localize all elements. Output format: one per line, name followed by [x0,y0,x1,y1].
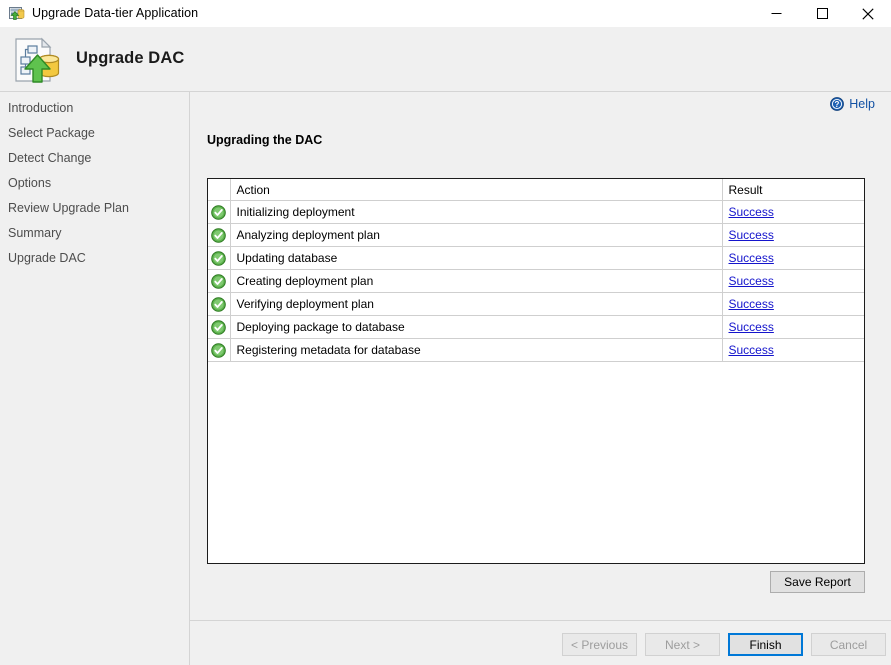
close-icon[interactable] [845,0,891,27]
result-link[interactable]: Success [729,297,774,311]
action-cell: Registering metadata for database [230,338,723,362]
wizard-sidebar: Introduction Select Package Detect Chang… [0,92,190,665]
footer-divider [190,620,891,621]
result-cell[interactable]: Success [722,338,864,362]
progress-grid: Action Result Initializing deployment Su… [207,178,865,564]
title-bar: Upgrade Data-tier Application [0,0,891,28]
sidebar-item-options[interactable]: Options [8,176,51,190]
next-button[interactable]: Next > [645,633,720,656]
maximize-icon[interactable] [799,0,845,27]
save-report-button[interactable]: Save Report [770,571,865,593]
wizard-banner: Upgrade DAC [0,27,891,92]
table-row[interactable]: Analyzing deployment plan Success [208,223,864,247]
column-header-status[interactable] [208,179,231,201]
success-icon [211,342,227,358]
sidebar-item-introduction[interactable]: Introduction [8,101,73,115]
status-cell [208,315,231,339]
success-icon [211,273,227,289]
result-link[interactable]: Success [729,274,774,288]
window-title: Upgrade Data-tier Application [32,6,199,20]
result-cell[interactable]: Success [722,292,864,316]
result-link[interactable]: Success [729,343,774,357]
status-cell [208,246,231,270]
sidebar-item-upgrade-dac[interactable]: Upgrade DAC [8,251,86,265]
help-question-icon: ? [830,97,845,111]
column-header-action[interactable]: Action [230,179,723,201]
sidebar-item-select-package[interactable]: Select Package [8,126,95,140]
action-cell: Updating database [230,246,723,270]
table-row[interactable]: Verifying deployment plan Success [208,292,864,316]
status-cell [208,292,231,316]
action-cell: Deploying package to database [230,315,723,339]
table-row[interactable]: Initializing deployment Success [208,200,864,224]
success-icon [211,204,227,220]
cancel-button[interactable]: Cancel [811,633,886,656]
sidebar-item-summary[interactable]: Summary [8,226,61,240]
table-row[interactable]: Deploying package to database Success [208,315,864,339]
action-cell: Verifying deployment plan [230,292,723,316]
result-link[interactable]: Success [729,205,774,219]
status-cell [208,200,231,224]
progress-table: Action Result Initializing deployment Su… [208,179,864,362]
table-row[interactable]: Updating database Success [208,246,864,270]
upgrade-dac-wizard-window: Upgrade Data-tier Application Upgrade DA… [0,0,891,665]
table-row[interactable]: Creating deployment plan Success [208,269,864,293]
minimize-icon[interactable] [753,0,799,27]
previous-button[interactable]: < Previous [562,633,637,656]
help-link[interactable]: ? Help [830,97,875,111]
status-cell [208,269,231,293]
column-header-result[interactable]: Result [722,179,864,201]
status-cell [208,338,231,362]
success-icon [211,227,227,243]
result-cell[interactable]: Success [722,269,864,293]
result-cell[interactable]: Success [722,315,864,339]
result-link[interactable]: Success [729,251,774,265]
result-link[interactable]: Success [729,320,774,334]
finish-button[interactable]: Finish [728,633,803,656]
page-title: Upgrade DAC [76,49,185,67]
result-cell[interactable]: Success [722,246,864,270]
result-cell[interactable]: Success [722,200,864,224]
step-title: Upgrading the DAC [207,133,323,147]
success-icon [211,319,227,335]
status-cell [208,223,231,247]
help-label: Help [849,97,875,111]
result-cell[interactable]: Success [722,223,864,247]
table-header: Action Result [208,179,864,201]
result-link[interactable]: Success [729,228,774,242]
svg-text:?: ? [835,100,840,109]
action-cell: Analyzing deployment plan [230,223,723,247]
sidebar-item-review-upgrade-plan[interactable]: Review Upgrade Plan [8,201,129,215]
dac-package-icon [12,36,60,84]
sidebar-item-detect-change[interactable]: Detect Change [8,151,91,165]
action-cell: Initializing deployment [230,200,723,224]
action-cell: Creating deployment plan [230,269,723,293]
table-row[interactable]: Registering metadata for database Succes… [208,338,864,362]
success-icon [211,250,227,266]
success-icon [211,296,227,312]
table-body: Initializing deployment Success Analyzin… [208,200,864,362]
upgrade-dac-icon [8,5,25,22]
wizard-content-panel: ? Help Upgrading the DAC Action Result I… [190,92,891,665]
